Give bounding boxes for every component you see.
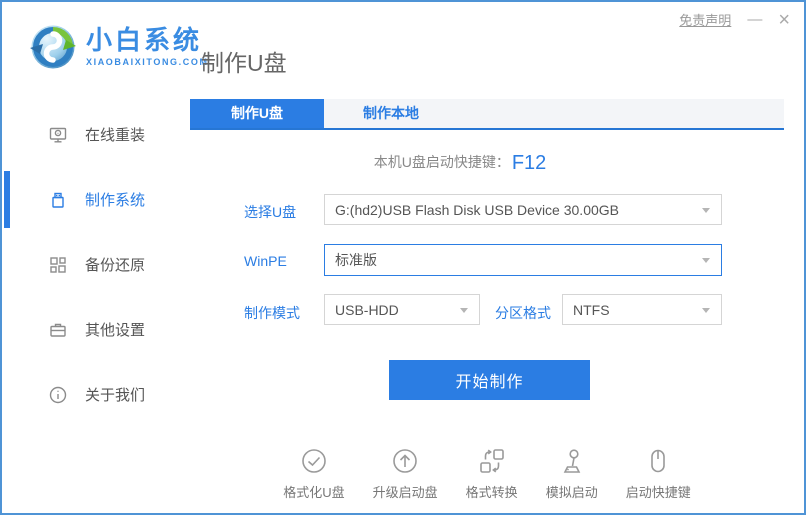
winpe-select-label: WinPE bbox=[244, 253, 287, 269]
boot-hotkey-value: F12 bbox=[511, 152, 547, 174]
tool-upgrade-boot-disk[interactable]: 升级启动盘 bbox=[373, 446, 438, 501]
briefcase-icon bbox=[48, 320, 68, 340]
start-make-button[interactable]: 开始制作 bbox=[389, 360, 590, 400]
boot-hotkey-line: 本机U盘启动快捷键： F12 bbox=[190, 152, 730, 175]
sidebar-item-other-settings[interactable]: 其他设置 bbox=[2, 297, 188, 362]
check-circle-icon bbox=[299, 446, 329, 476]
mode-select-value: USB-HDD bbox=[335, 301, 399, 318]
monitor-icon bbox=[48, 125, 68, 145]
disclaimer-link[interactable]: 免责声明 bbox=[679, 10, 731, 29]
tool-format-usb[interactable]: 格式化U盘 bbox=[283, 446, 345, 501]
sidebar: 在线重装 制作系统 备份还原 其他设置 关于我们 bbox=[2, 102, 188, 427]
chevron-down-icon bbox=[702, 258, 710, 263]
mouse-icon bbox=[643, 446, 673, 476]
mode-select-label: 制作模式 bbox=[244, 305, 300, 321]
winpe-select-value: 标准版 bbox=[335, 252, 377, 268]
sidebar-item-label: 备份还原 bbox=[85, 257, 146, 274]
sidebar-item-label: 其他设置 bbox=[85, 322, 146, 339]
chevron-down-icon bbox=[702, 208, 710, 213]
tool-label: 启动快捷键 bbox=[625, 485, 691, 500]
tool-format-convert[interactable]: 格式转换 bbox=[466, 446, 518, 501]
sidebar-item-label: 制作系统 bbox=[85, 192, 146, 209]
app-logo: 小白系统 XIAOBAIXITONG.COM bbox=[30, 24, 209, 70]
partition-select-value: NTFS bbox=[573, 301, 610, 318]
page-title: 制作U盘 bbox=[201, 50, 287, 76]
joystick-icon bbox=[557, 446, 587, 476]
chevron-down-icon bbox=[460, 308, 468, 313]
sidebar-item-label: 在线重装 bbox=[85, 127, 146, 144]
tool-boot-hotkey[interactable]: 启动快捷键 bbox=[626, 446, 691, 501]
brand-text: 小白系统 XIAOBAIXITONG.COM bbox=[86, 27, 209, 67]
brand-domain: XIAOBAIXITONG.COM bbox=[86, 57, 209, 67]
brand-name: 小白系统 bbox=[86, 25, 203, 55]
tools-row: 格式化U盘 升级启动盘 格式转换 模拟启动 启动快捷键 bbox=[190, 446, 784, 501]
usb-select-value: G:(hd2)USB Flash Disk USB Device 30.00GB bbox=[335, 201, 619, 218]
tool-label: 升级启动盘 bbox=[372, 485, 438, 500]
active-indicator-bar bbox=[4, 171, 10, 228]
chevron-down-icon bbox=[702, 308, 710, 313]
convert-icon bbox=[477, 446, 507, 476]
sidebar-item-about-us[interactable]: 关于我们 bbox=[2, 362, 188, 427]
window-controls: 免责声明 — × bbox=[679, 10, 790, 30]
tool-simulate-boot[interactable]: 模拟启动 bbox=[546, 446, 598, 501]
minimize-button[interactable]: — bbox=[747, 12, 762, 27]
sidebar-item-make-system[interactable]: 制作系统 bbox=[2, 167, 188, 232]
app-window: 免责声明 — × 小白系统 XIAOBAIXITONG.COM 制作U盘 在线重… bbox=[0, 0, 806, 515]
tab-make-local[interactable]: 制作本地 bbox=[324, 99, 458, 128]
tool-label: 格式化U盘 bbox=[283, 485, 345, 500]
tab-strip: 制作U盘 制作本地 bbox=[190, 99, 784, 130]
tab-make-usb[interactable]: 制作U盘 bbox=[190, 99, 324, 128]
tool-label: 格式转换 bbox=[465, 485, 518, 500]
grid-icon bbox=[48, 255, 68, 275]
partition-select-label: 分区格式 bbox=[495, 305, 551, 321]
arrow-up-circle-icon bbox=[390, 446, 420, 476]
winpe-select[interactable]: 标准版 bbox=[324, 244, 722, 276]
info-icon bbox=[48, 385, 68, 405]
logo-sphere-icon bbox=[30, 24, 76, 70]
mode-select[interactable]: USB-HDD bbox=[324, 294, 480, 325]
close-button[interactable]: × bbox=[778, 10, 790, 30]
tool-label: 模拟启动 bbox=[545, 485, 598, 500]
sidebar-item-backup-restore[interactable]: 备份还原 bbox=[2, 232, 188, 297]
usb-drive-icon bbox=[48, 190, 68, 210]
usb-select-label: 选择U盘 bbox=[244, 204, 297, 220]
sidebar-item-online-reinstall[interactable]: 在线重装 bbox=[2, 102, 188, 167]
boot-hotkey-label: 本机U盘启动快捷键： bbox=[373, 154, 510, 170]
partition-select[interactable]: NTFS bbox=[562, 294, 722, 325]
sidebar-item-label: 关于我们 bbox=[85, 387, 146, 404]
usb-select[interactable]: G:(hd2)USB Flash Disk USB Device 30.00GB bbox=[324, 194, 722, 225]
